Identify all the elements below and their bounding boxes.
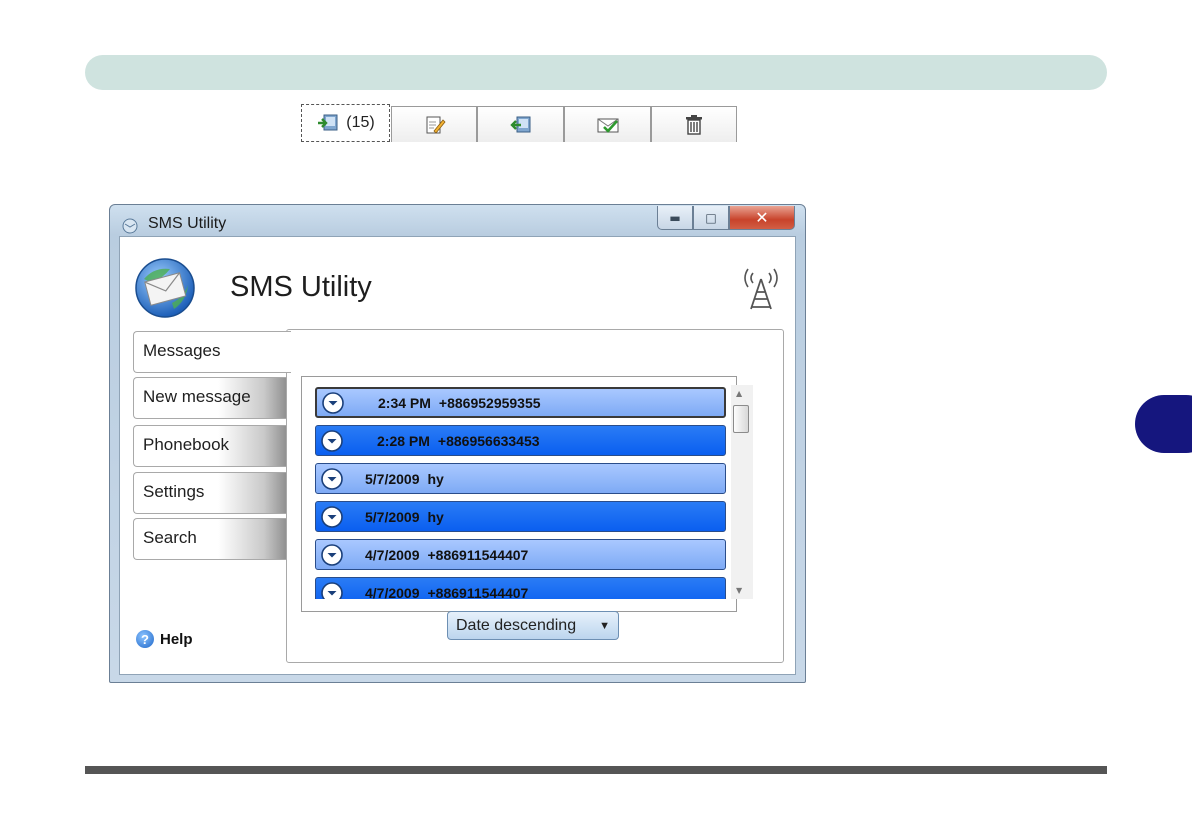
help-icon: ?: [136, 630, 154, 648]
message-sender: hy: [427, 470, 444, 487]
nav-tab-label: Phonebook: [143, 435, 230, 454]
message-row[interactable]: 4/7/2009 +886911544407: [315, 539, 726, 570]
nav-tab-search[interactable]: Search: [133, 518, 287, 560]
scroll-thumb[interactable]: [733, 405, 749, 433]
message-list[interactable]: 2:34 PM +886952959355 2:28 PM +886956633…: [313, 385, 731, 599]
outbox-icon: [509, 116, 530, 132]
message-row[interactable]: 2:28 PM +886956633453: [315, 425, 726, 456]
nav-tab-label: New message: [143, 387, 251, 406]
help-label: Help: [160, 630, 193, 648]
maximize-button[interactable]: □: [693, 206, 729, 230]
message-time: 5/7/2009: [365, 508, 420, 525]
maximize-icon: □: [705, 210, 717, 225]
expand-icon[interactable]: [320, 467, 344, 491]
expand-icon[interactable]: [320, 505, 344, 529]
page-footer-rule: [85, 766, 1107, 774]
sent-icon: [597, 118, 618, 133]
nav-tab-settings[interactable]: Settings: [133, 472, 287, 514]
outbox-tab[interactable]: [477, 106, 564, 142]
sort-order-value: Date descending: [456, 616, 577, 634]
message-row[interactable]: 2:34 PM +886952959355: [315, 387, 726, 418]
message-time: 4/7/2009: [365, 584, 420, 600]
chevron-down-icon: ▼: [599, 619, 610, 632]
message-time: 2:28 PM: [377, 432, 430, 449]
message-list-scrollbar[interactable]: ▲ ▼: [731, 385, 753, 599]
nav-tab-label: Messages: [143, 341, 221, 360]
nav-tab-label: Search: [143, 528, 197, 547]
trash-tab[interactable]: [651, 106, 737, 142]
drafts-tab[interactable]: [391, 106, 477, 142]
expand-icon[interactable]: [320, 429, 344, 453]
message-sender: +886911544407: [427, 546, 529, 563]
window-title: SMS Utility: [148, 215, 227, 232]
page-header-bar: [85, 55, 1107, 90]
message-row[interactable]: 5/7/2009 hy: [315, 463, 726, 494]
message-row[interactable]: 4/7/2009 +886911544407: [315, 577, 726, 599]
scroll-up-icon[interactable]: ▲: [736, 389, 742, 398]
app-logo-icon: [135, 258, 195, 318]
nav-tab-label: Settings: [143, 482, 205, 501]
message-sender: +886911544407: [427, 584, 529, 600]
inbox-icon: [318, 114, 338, 131]
sent-tab[interactable]: [564, 106, 651, 142]
message-sender: hy: [427, 508, 444, 525]
chapter-tab: [1135, 395, 1192, 453]
message-time: 2:34 PM: [378, 394, 431, 411]
inbox-count: (15): [346, 114, 375, 131]
trash-icon: [686, 114, 702, 135]
app-small-icon: [122, 218, 138, 234]
minimize-icon: ▬: [669, 210, 681, 225]
message-row[interactable]: 5/7/2009 hy: [315, 501, 726, 532]
signal-tower-icon: [744, 268, 778, 310]
minimize-button[interactable]: ▬: [657, 206, 693, 230]
message-sender: +886956633453: [437, 432, 540, 449]
expand-icon[interactable]: [320, 581, 344, 600]
help-link[interactable]: ? Help: [136, 630, 193, 648]
message-time: 4/7/2009: [365, 546, 420, 563]
message-sender: +886952959355: [438, 394, 541, 411]
expand-icon[interactable]: [320, 543, 344, 567]
expand-icon[interactable]: [321, 391, 345, 415]
nav-tab-phonebook[interactable]: Phonebook: [133, 425, 287, 467]
window-controls: ▬ □ ✕: [657, 206, 795, 232]
compose-icon: [426, 116, 446, 134]
nav-tab-messages[interactable]: Messages: [133, 331, 291, 373]
message-time: 5/7/2009: [365, 470, 420, 487]
inbox-tab[interactable]: (15): [301, 104, 390, 142]
app-title: SMS Utility: [230, 271, 372, 303]
close-button[interactable]: ✕: [729, 206, 795, 230]
close-icon: ✕: [755, 208, 769, 227]
nav-tab-new-message[interactable]: New message: [133, 377, 287, 419]
sort-order-select[interactable]: Date descending ▼: [447, 611, 619, 640]
scroll-down-icon[interactable]: ▼: [736, 586, 742, 595]
